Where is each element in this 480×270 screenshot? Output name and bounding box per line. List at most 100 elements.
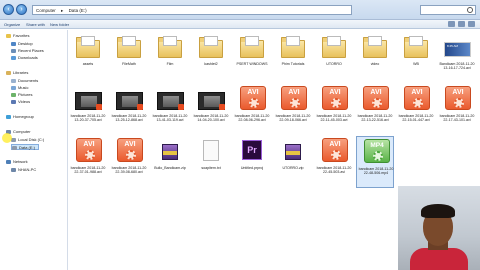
homegroup-icon <box>6 114 11 119</box>
folder-icon <box>197 32 225 60</box>
sidebar-item-music[interactable]: Music <box>11 85 28 91</box>
file-item[interactable]: AVI bandicam 2018-11-20 22-45-503.avi <box>315 136 353 188</box>
file-item[interactable]: AVI bandicam 2018-11-20 22-11-45-003.avi <box>315 84 353 136</box>
folder-icon <box>361 32 389 60</box>
file-item[interactable]: AVI bandicam 2018-11-20 22-39-08-680.avi <box>110 136 148 188</box>
sidebar-item-nhan-pc[interactable]: NHAN-PC <box>11 167 36 173</box>
file-name: soapitem.txt <box>201 166 221 170</box>
archive-icon <box>156 136 184 164</box>
file-name: kashlet2 <box>204 62 218 66</box>
file-item[interactable]: bandicam 2018-11-20 13-41-03-119.avi <box>151 84 189 136</box>
documents-icon <box>11 78 16 83</box>
address-field[interactable]: Computer ▸ Data (E:) <box>32 5 352 15</box>
file-item[interactable]: soapitem.txt <box>192 136 230 188</box>
file-name: bandicam 2018-11-20 22-37-01-988.avi <box>70 166 106 174</box>
file-item[interactable]: Pr Untitled.prproj <box>233 136 271 188</box>
network-icon <box>6 159 11 164</box>
premiere-project-icon: Pr <box>238 136 266 164</box>
avi-label: AVI <box>411 89 423 96</box>
breadcrumb-separator: ▸ <box>61 8 64 13</box>
file-item[interactable]: UTORRO <box>315 32 353 84</box>
search-input[interactable] <box>420 5 476 15</box>
avi-label: AVI <box>288 89 300 96</box>
file-item[interactable]: AVI bandicam 2018-11-20 22-37-01-988.avi <box>69 136 107 188</box>
sidebar-item-libraries[interactable]: Libraries <box>6 70 28 76</box>
sidebar-item-videos[interactable]: Videos <box>11 99 30 105</box>
share-with-button[interactable]: Share with <box>26 20 45 29</box>
file-item[interactable]: AVI bandicam 2018-11-20 22-08-06-296.avi <box>233 84 271 136</box>
file-item[interactable]: Film <box>151 32 189 84</box>
file-item[interactable]: FileMath <box>110 32 148 84</box>
file-item[interactable]: bandicam 2018-11-20 14-04-20-100.avi <box>192 84 230 136</box>
sidebar-item-desktop[interactable]: Desktop <box>11 41 33 47</box>
file-item[interactable]: AVI bandicam 2018-11-20 22-09-18-066.avi <box>274 84 312 136</box>
sidebar-item-documents[interactable]: Documents <box>11 78 38 84</box>
breadcrumb-computer[interactable]: Computer <box>36 8 56 13</box>
folder-icon <box>74 32 102 60</box>
file-name: Bullo_Bandicam.zip <box>154 166 186 170</box>
file-name: bandicam 2018-11-20 13-25-12-868.avi <box>111 114 147 122</box>
file-item[interactable]: AVI bandicam 2018-11-20 22-17-43-101.avi <box>438 84 476 136</box>
file-item[interactable]: Bullo_Bandicam.zip <box>151 136 189 188</box>
premiere-label: Pr <box>242 140 262 160</box>
file-name: UTORRO <box>326 62 342 66</box>
archive-icon <box>279 136 307 164</box>
video-file-icon <box>156 84 184 112</box>
back-button[interactable]: ‹ <box>3 4 14 15</box>
file-item[interactable]: Phim Tutorials <box>274 32 312 84</box>
view-options-icon[interactable] <box>448 21 455 27</box>
avi-label: AVI <box>247 89 259 96</box>
drive-icon <box>12 145 17 150</box>
file-item[interactable]: WB <box>397 32 435 84</box>
avi-label: AVI <box>452 89 464 96</box>
avi-label: AVI <box>329 141 341 148</box>
cursor-highlight <box>2 133 12 143</box>
sidebar-item-data-e[interactable]: Data (E:) <box>11 144 40 150</box>
file-item[interactable]: PSERT WINDOWS <box>233 32 271 84</box>
file-item[interactable]: video <box>356 32 394 84</box>
folder-icon <box>279 32 307 60</box>
file-item[interactable]: bandicam 2018-11-20 13-25-12-868.avi <box>110 84 148 136</box>
breadcrumb-data-e[interactable]: Data (E:) <box>69 8 87 13</box>
avi-file-icon: AVI <box>320 136 348 164</box>
help-icon[interactable] <box>468 21 475 27</box>
file-item[interactable]: UTORRO.zip <box>274 136 312 188</box>
file-item[interactable]: 8:45 AM Bandicam 2018-11-20 13-16-17-724… <box>438 32 476 84</box>
file-item-selected[interactable]: MP4 bandicam 2018-11-20 22-48-506.mp4 <box>356 136 394 188</box>
file-name: bandicam 2018-11-20 22-45-503.avi <box>316 166 352 174</box>
command-toolbar: Organize Share with New folder <box>0 20 480 29</box>
folder-icon <box>320 32 348 60</box>
libraries-icon <box>6 70 11 75</box>
avi-file-icon: AVI <box>402 84 430 112</box>
sidebar-item-recent-places[interactable]: Recent Places <box>11 48 44 54</box>
forward-button[interactable]: › <box>16 4 27 15</box>
new-folder-button[interactable]: New folder <box>50 20 69 29</box>
preview-pane-icon[interactable] <box>458 21 465 27</box>
file-item[interactable]: assets <box>69 32 107 84</box>
image-thumbnail-icon: 8:45 AM <box>443 32 471 60</box>
avi-label: AVI <box>83 141 95 148</box>
video-file-icon <box>115 84 143 112</box>
file-name: bandicam 2018-11-20 22-08-06-296.avi <box>234 114 270 122</box>
file-item[interactable]: AVI bandicam 2018-11-20 22-15-01-447.avi <box>397 84 435 136</box>
folder-icon <box>115 32 143 60</box>
organize-button[interactable]: Organize <box>4 20 20 29</box>
desktop-icon <box>11 41 16 46</box>
search-icon <box>467 7 473 13</box>
sidebar-item-network[interactable]: Network <box>6 159 28 165</box>
file-item[interactable]: AVI bandicam 2018-11-20 22-13-22-516.avi <box>356 84 394 136</box>
file-item[interactable]: kashlet2 <box>192 32 230 84</box>
sidebar-item-local-disk-c[interactable]: Local Disk (C:) <box>11 137 44 143</box>
mp4-file-icon: MP4 <box>362 137 390 165</box>
sidebar-item-homegroup[interactable]: Homegroup <box>6 114 34 120</box>
sidebar-item-pictures[interactable]: Pictures <box>11 92 32 98</box>
music-icon <box>11 85 16 90</box>
webcam-overlay <box>398 186 480 270</box>
file-name: WB <box>413 62 419 66</box>
file-item[interactable]: bandicam 2018-11-20 13-20-37-705.avi <box>69 84 107 136</box>
avi-file-icon: AVI <box>238 84 266 112</box>
sidebar-item-downloads[interactable]: Downloads <box>11 55 38 61</box>
sidebar-item-favorites[interactable]: Favorites <box>6 33 29 39</box>
avi-label: AVI <box>329 89 341 96</box>
file-name: bandicam 2018-11-20 22-39-08-680.avi <box>111 166 147 174</box>
